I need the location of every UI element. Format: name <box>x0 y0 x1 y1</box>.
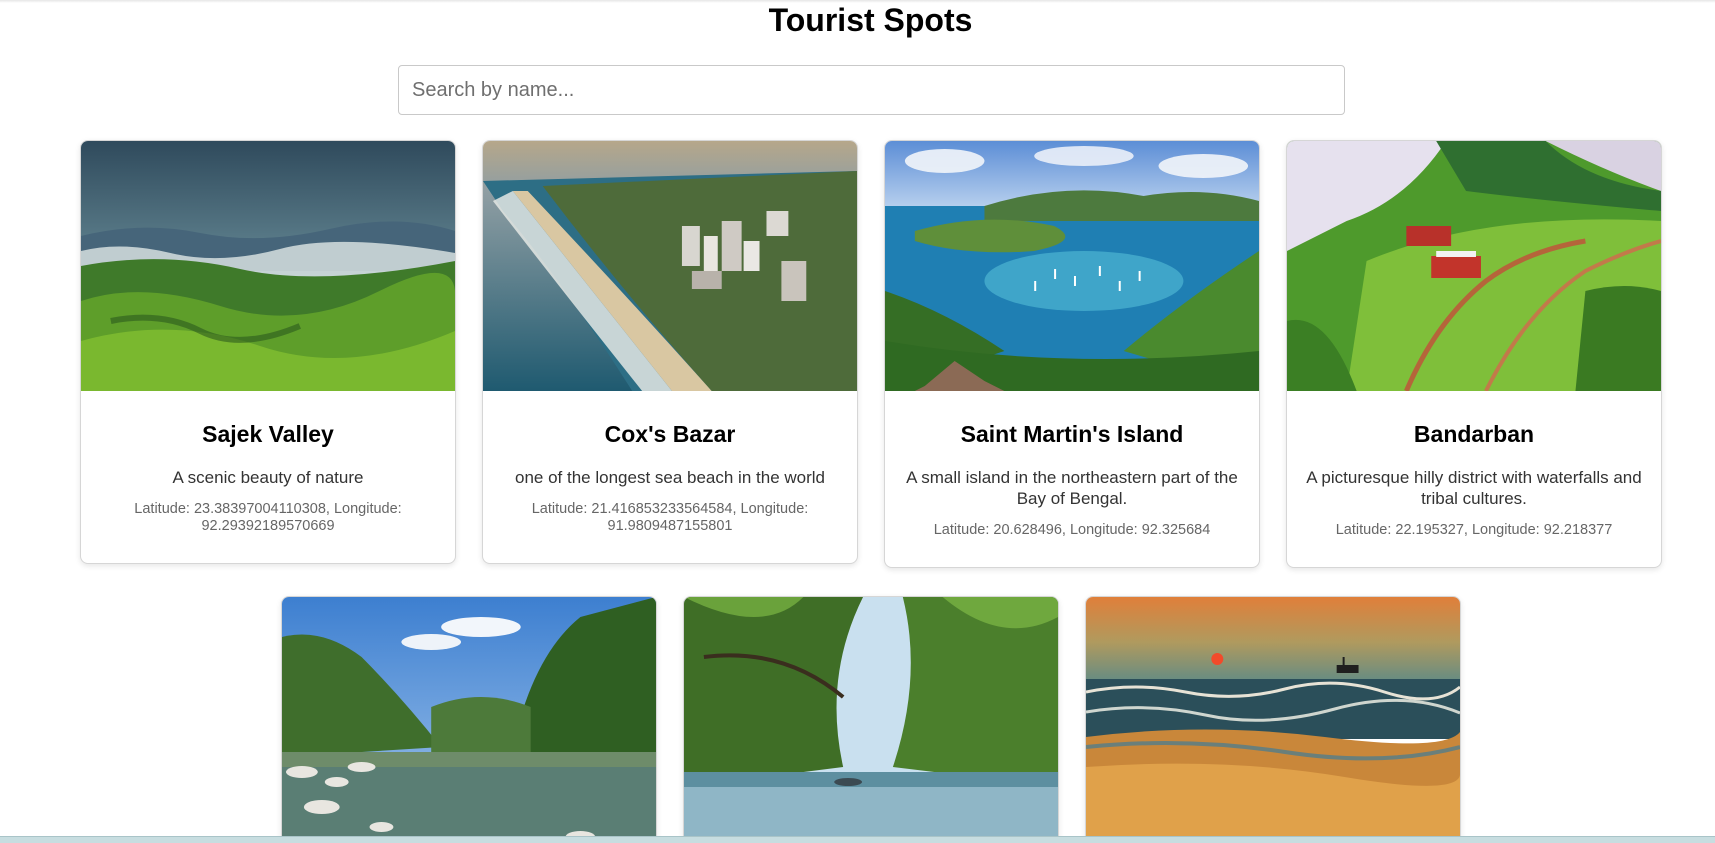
spot-image-sajek-valley <box>81 141 455 391</box>
spot-description: A scenic beauty of nature <box>172 468 364 487</box>
spot-image-bandarban <box>1287 141 1661 391</box>
spot-card-7[interactable] <box>1085 596 1461 843</box>
spot-title: Bandarban <box>1413 421 1535 447</box>
spot-card-6[interactable] <box>683 596 1059 843</box>
spot-image-river-gorge <box>282 597 656 843</box>
spot-description: one of the longest sea beach in the worl… <box>515 468 825 487</box>
spot-card-5[interactable] <box>281 596 657 843</box>
spot-description: A small island in the northeastern part … <box>906 468 1238 508</box>
bottom-scroll-edge <box>0 836 1715 843</box>
spot-coordinates: Latitude: 23.38397004110308, Longitude: … <box>134 501 402 534</box>
spot-image-sunset-beach <box>1086 597 1460 843</box>
spot-coordinates: Latitude: 22.195327, Longitude: 92.21837… <box>1335 522 1613 538</box>
spot-title: Cox's Bazar <box>604 421 736 447</box>
page: Tourist Spots Sajek Valle <box>0 0 1715 843</box>
spot-image-saint-martins-island <box>885 141 1259 391</box>
spot-image-coxs-bazar <box>483 141 857 391</box>
spot-title: Sajek Valley <box>202 421 334 447</box>
spot-card-coxs-bazar[interactable]: Cox's Bazar one of the longest sea beach… <box>482 140 858 564</box>
spot-coordinates: Latitude: 20.628496, Longitude: 92.32568… <box>933 522 1211 538</box>
spot-coordinates: Latitude: 21.416853233564584, Longitude:… <box>531 501 809 534</box>
spot-description: A picturesque hilly district with waterf… <box>1306 468 1642 508</box>
spot-title: Saint Martin's Island <box>960 421 1184 447</box>
spot-card-sajek-valley[interactable]: Sajek Valley A scenic beauty of nature L… <box>80 140 456 564</box>
page-title: Tourist Spots <box>768 2 973 38</box>
spot-image-mangrove-river <box>684 597 1058 843</box>
spot-card-bandarban[interactable]: Bandarban A picturesque hilly district w… <box>1286 140 1662 568</box>
search-input[interactable] <box>398 65 1345 115</box>
spot-card-saint-martins-island[interactable]: Saint Martin's Island A small island in … <box>884 140 1260 568</box>
